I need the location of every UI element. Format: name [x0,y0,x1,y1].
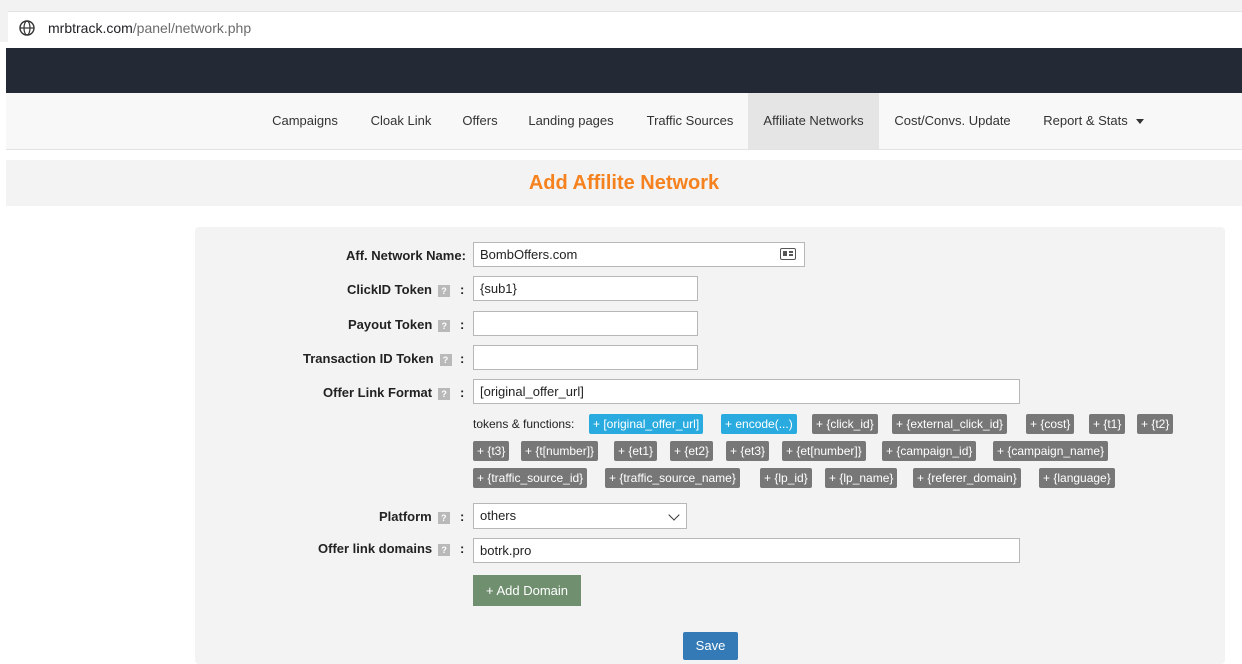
token-language[interactable]: + {language} [1039,468,1115,488]
token-encode[interactable]: + encode(...) [721,414,797,434]
url-path: /panel/network.php [132,20,252,36]
platform-colon: : [460,509,465,524]
platform-label-text: Platform [379,509,432,524]
page-title-bar: Add Affilite Network [6,160,1242,206]
token-t2[interactable]: + {t2} [1137,414,1174,434]
domains-label-text: Offer link domains [318,541,433,556]
payout-label-text: Payout Token [348,317,433,332]
offer-link-colon: : [460,385,465,400]
token-campaign-name[interactable]: + {campaign_name} [993,441,1109,461]
nav-cost-convs-update[interactable]: Cost/Convs. Update [886,93,1019,149]
globe-icon [19,20,35,36]
token-et1[interactable]: + {et1} [614,441,658,461]
token-et3[interactable]: + {et3} [726,441,770,461]
clickid-value: {sub1} [480,281,517,296]
token-click-id[interactable]: + {click_id} [812,414,878,434]
transaction-input[interactable] [473,345,698,370]
clickid-label-text: ClickID Token [347,282,433,297]
payout-input[interactable] [473,311,698,336]
add-domain-button[interactable]: + Add Domain [473,575,581,606]
help-icon[interactable]: ? [438,543,451,556]
token-t-number[interactable]: + {t[number]} [521,441,599,461]
contact-card-icon[interactable] [780,248,796,260]
offer-link-label-text: Offer Link Format [323,385,433,400]
domains-label: Offer link domains? [318,541,451,556]
token-traffic-source-name[interactable]: + {traffic_source_name} [605,468,740,488]
chevron-down-icon [668,509,680,521]
network-name-value: BombOffers.com [480,247,578,262]
clickid-label: ClickID Token? [347,282,451,297]
transaction-label: Transaction ID Token? [303,351,452,366]
help-icon[interactable]: ? [437,511,450,524]
token-original-offer-url[interactable]: + [original_offer_url] [589,414,704,434]
url-host: mrbtrack.com [48,20,133,36]
help-icon[interactable]: ? [438,319,451,332]
offer-link-value: [original_offer_url] [480,384,584,399]
domains-colon: : [460,541,465,556]
token-campaign-id[interactable]: + {campaign_id} [882,441,977,461]
network-name-label: Aff. Network Name: [346,248,466,263]
domains-input[interactable]: botrk.pro [473,538,1020,563]
token-cost[interactable]: + {cost} [1026,414,1075,434]
nav-offers[interactable]: Offers [455,93,505,149]
token-t1[interactable]: + {t1} [1089,414,1126,434]
nav-cloak-link[interactable]: Cloak Link [357,93,445,149]
help-icon[interactable]: ? [438,387,451,400]
token-t3[interactable]: + {t3} [473,441,510,461]
token-et2[interactable]: + {et2} [670,441,714,461]
url-text: mrbtrack.com/panel/network.php [48,20,251,36]
platform-value: others [480,508,517,523]
token-lp-name[interactable]: + {lp_name} [825,468,898,488]
save-button[interactable]: Save [683,632,738,660]
caret-down-icon [1135,119,1144,125]
transaction-label-text: Transaction ID Token [303,351,434,366]
transaction-colon: : [460,351,465,366]
payout-colon: : [460,317,465,332]
nav-report-stats-label: Report & Stats [1043,113,1128,128]
token-traffic-source-id[interactable]: + {traffic_source_id} [473,468,588,488]
platform-select[interactable]: others [473,503,687,529]
token-external-click-id[interactable]: + {external_click_id} [892,414,1008,434]
token-referer-domain[interactable]: + {referer_domain} [913,468,1021,488]
token-lp-id[interactable]: + {lp_id} [760,468,812,488]
payout-label: Payout Token? [348,317,451,332]
nav-campaigns[interactable]: Campaigns [259,93,351,149]
domains-value: botrk.pro [480,543,532,558]
nav-affiliate-networks[interactable]: Affiliate Networks [748,93,879,149]
offer-link-input[interactable]: [original_offer_url] [473,379,1020,404]
help-icon[interactable]: ? [439,353,452,366]
platform-label: Platform? [379,509,450,524]
token-et-number[interactable]: + {et[number]} [782,441,866,461]
nav-landing-pages[interactable]: Landing pages [519,93,623,149]
clickid-colon: : [460,282,465,297]
nav-traffic-sources[interactable]: Traffic Sources [634,93,746,149]
network-name-input[interactable]: BombOffers.com [473,242,805,267]
help-icon[interactable]: ? [438,284,451,297]
main-navbar: Campaigns Cloak Link Offers Landing page… [6,93,1242,150]
tokens-label: tokens & functions: [473,417,575,431]
address-bar[interactable]: mrbtrack.com/panel/network.php [8,11,1242,45]
offer-link-label: Offer Link Format? [323,385,451,400]
clickid-input[interactable]: {sub1} [473,276,698,301]
browser-toolbar: mrbtrack.com/panel/network.php [0,0,1242,45]
top-header-bar [6,48,1242,93]
page-title: Add Affilite Network [528,172,720,194]
nav-report-stats[interactable]: Report & Stats [1031,93,1156,149]
